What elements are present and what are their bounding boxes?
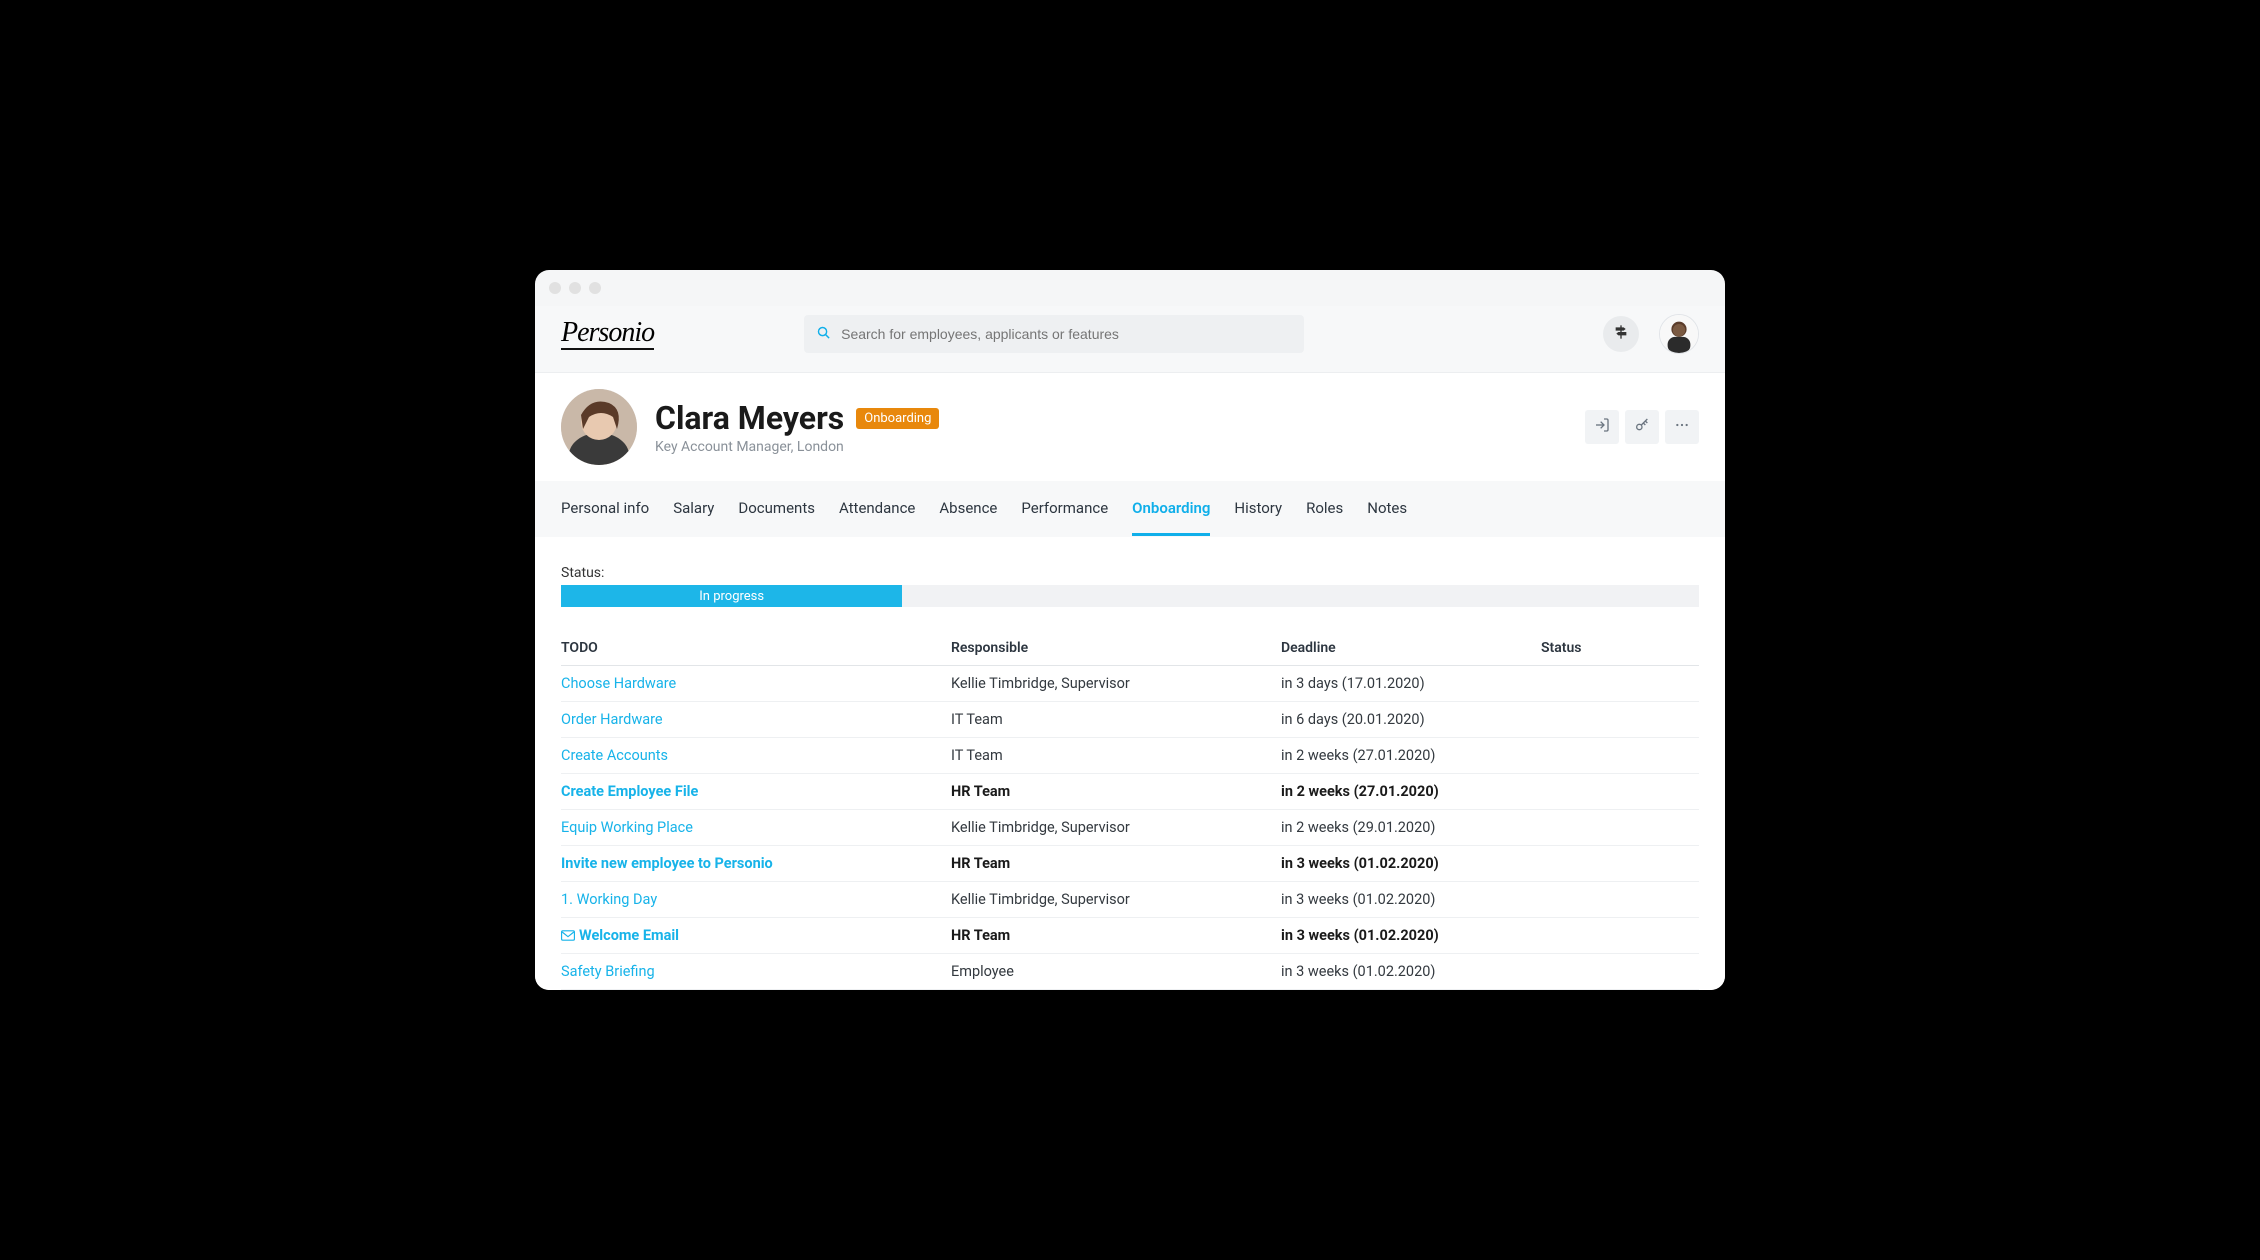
col-status: Status <box>1541 640 1699 656</box>
status-cell <box>1541 927 1699 944</box>
deadline-cell: in 3 weeks (01.02.2020) <box>1281 927 1541 944</box>
login-icon <box>1594 417 1610 437</box>
progress-bar: In progress <box>561 585 1699 607</box>
profile-text-block: Clara Meyers Onboarding Key Account Mana… <box>655 399 939 455</box>
table-row: Create Accounts IT Teamin 2 weeks (27.01.… <box>561 738 1699 774</box>
deadline-cell: in 2 weeks (27.01.2020) <box>1281 747 1541 764</box>
status-badge: Onboarding <box>856 408 939 429</box>
status-cell <box>1541 747 1699 764</box>
col-responsible: Responsible <box>951 640 1281 656</box>
todo-link[interactable]: Create Accounts <box>561 747 668 764</box>
todo-link[interactable]: Equip Working Place <box>561 819 693 836</box>
responsible-cell: IT Team <box>951 747 1281 764</box>
todo-link[interactable]: Welcome Email <box>579 927 679 944</box>
tab-roles[interactable]: Roles <box>1306 481 1343 536</box>
status-cell <box>1541 963 1699 980</box>
tab-salary[interactable]: Salary <box>673 481 714 536</box>
tab-notes[interactable]: Notes <box>1367 481 1407 536</box>
progress-fill: In progress <box>561 585 902 607</box>
status-cell <box>1541 855 1699 872</box>
tab-onboarding[interactable]: Onboarding <box>1132 481 1210 536</box>
status-cell <box>1541 891 1699 908</box>
key-icon <box>1634 417 1650 437</box>
todo-link[interactable]: Invite new employee to Personio <box>561 855 773 872</box>
status-label: Status: <box>561 565 1699 581</box>
deadline-cell: in 2 weeks (29.01.2020) <box>1281 819 1541 836</box>
tab-attendance[interactable]: Attendance <box>839 481 915 536</box>
signpost-icon <box>1613 324 1629 344</box>
traffic-light-minimize[interactable] <box>569 282 581 294</box>
table-row: Welcome Email HR Teamin 3 weeks (01.02.20… <box>561 918 1699 954</box>
status-cell <box>1541 711 1699 728</box>
tab-content: Status: In progress TODO Responsible Dea… <box>535 537 1725 990</box>
table-row: Safety Briefing Employeein 3 weeks (01.02… <box>561 954 1699 990</box>
tab-history[interactable]: History <box>1234 481 1282 536</box>
status-cell <box>1541 783 1699 800</box>
search-icon <box>816 325 831 344</box>
table-row: Choose Hardware Kellie Timbridge, Supervi… <box>561 666 1699 702</box>
todo-link[interactable]: 1. Working Day <box>561 891 657 908</box>
global-search[interactable] <box>804 315 1304 353</box>
deadline-cell: in 6 days (20.01.2020) <box>1281 711 1541 728</box>
todo-link[interactable]: Choose Hardware <box>561 675 676 692</box>
profile-actions <box>1585 410 1699 444</box>
tab-performance[interactable]: Performance <box>1021 481 1108 536</box>
deadline-cell: in 3 weeks (01.02.2020) <box>1281 963 1541 980</box>
search-input[interactable] <box>841 326 1292 342</box>
col-deadline: Deadline <box>1281 640 1541 656</box>
tab-absence[interactable]: Absence <box>939 481 997 536</box>
status-cell <box>1541 675 1699 692</box>
status-section: Status: In progress <box>535 565 1725 607</box>
login-as-button[interactable] <box>1585 410 1619 444</box>
responsible-cell: Kellie Timbridge, Supervisor <box>951 891 1281 908</box>
deadline-cell: in 3 weeks (01.02.2020) <box>1281 855 1541 872</box>
responsible-cell: HR Team <box>951 783 1281 800</box>
deadline-cell: in 3 weeks (01.02.2020) <box>1281 891 1541 908</box>
table-header: TODO Responsible Deadline Status <box>561 631 1699 666</box>
tab-documents[interactable]: Documents <box>738 481 815 536</box>
apps-button[interactable] <box>1603 316 1639 352</box>
employee-subtitle: Key Account Manager, London <box>655 439 939 455</box>
todo-link[interactable]: Safety Briefing <box>561 963 655 980</box>
deadline-cell: in 2 weeks (27.01.2020) <box>1281 783 1541 800</box>
window-titlebar <box>535 270 1725 306</box>
employee-avatar <box>561 389 637 465</box>
todo-link[interactable]: Order Hardware <box>561 711 663 728</box>
deadline-cell: in 3 days (17.01.2020) <box>1281 675 1541 692</box>
app-window: Personio <box>535 270 1725 990</box>
responsible-cell: Kellie Timbridge, Supervisor <box>951 819 1281 836</box>
table-row: Order Hardware IT Teamin 6 days (20.01.20… <box>561 702 1699 738</box>
status-cell <box>1541 819 1699 836</box>
traffic-light-close[interactable] <box>549 282 561 294</box>
responsible-cell: HR Team <box>951 927 1281 944</box>
profile-header: Clara Meyers Onboarding Key Account Mana… <box>535 373 1725 481</box>
brand-logo[interactable]: Personio <box>561 319 654 350</box>
todo-link[interactable]: Create Employee File <box>561 783 698 800</box>
responsible-cell: Kellie Timbridge, Supervisor <box>951 675 1281 692</box>
onboarding-table: TODO Responsible Deadline Status Choose … <box>535 631 1725 990</box>
permissions-button[interactable] <box>1625 410 1659 444</box>
envelope-icon <box>561 930 575 941</box>
current-user-avatar[interactable] <box>1659 314 1699 354</box>
table-row: 1. Working Day Kellie Timbridge, Supervis… <box>561 882 1699 918</box>
table-row: Create Employee File HR Teamin 2 weeks (2… <box>561 774 1699 810</box>
responsible-cell: IT Team <box>951 711 1281 728</box>
col-todo: TODO <box>561 640 951 656</box>
more-actions-button[interactable] <box>1665 410 1699 444</box>
profile-tabs: Personal info Salary Documents Attendance Ab… <box>535 481 1725 537</box>
table-row: Invite new employee to Personio HR Teamin… <box>561 846 1699 882</box>
traffic-light-zoom[interactable] <box>589 282 601 294</box>
employee-name: Clara Meyers <box>655 399 844 437</box>
ellipsis-icon <box>1674 417 1690 437</box>
tab-personal-info[interactable]: Personal info <box>561 481 649 536</box>
responsible-cell: HR Team <box>951 855 1281 872</box>
top-header: Personio <box>535 306 1725 373</box>
table-row: Equip Working Place Kellie Timbridge, Sup… <box>561 810 1699 846</box>
responsible-cell: Employee <box>951 963 1281 980</box>
